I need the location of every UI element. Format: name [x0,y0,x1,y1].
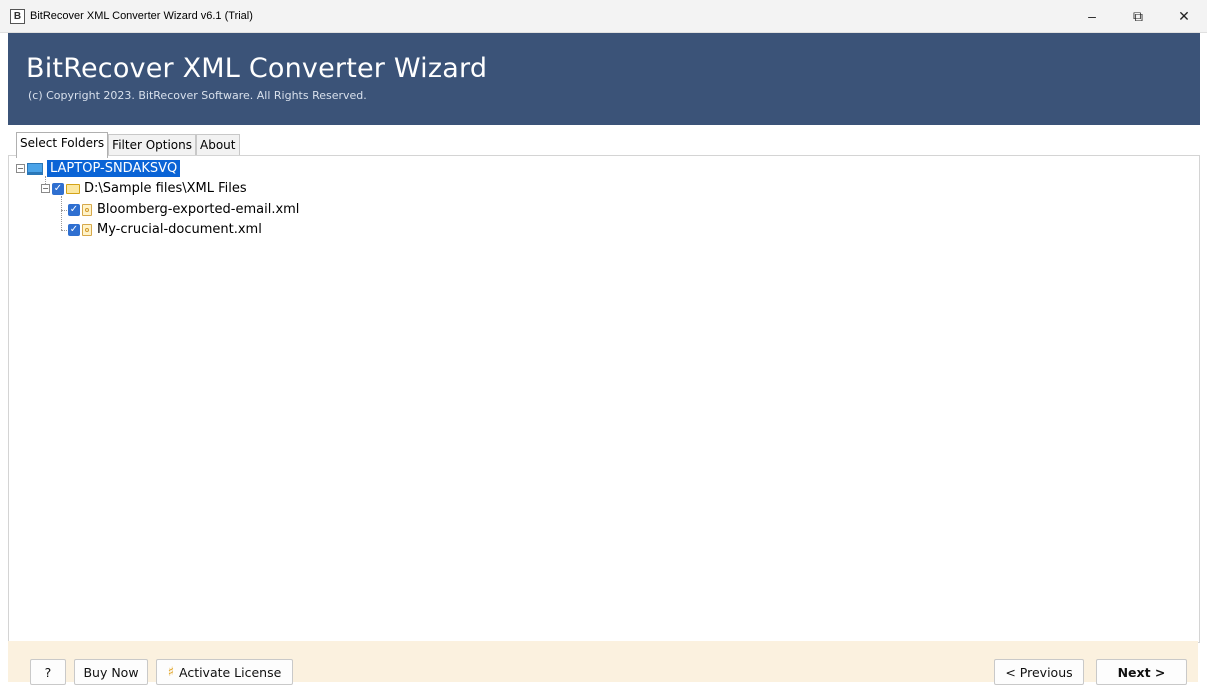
close-button[interactable]: ✕ [1161,0,1207,32]
tree-node-computer[interactable]: − LAPTOP-SNDAKSVQ [16,159,181,178]
window-title: BitRecover XML Converter Wizard v6.1 (Tr… [30,10,253,22]
window-title-bar: B BitRecover XML Converter Wizard v6.1 (… [0,0,1207,33]
collapse-icon[interactable]: − [41,184,50,193]
checkbox[interactable]: ✓ [68,223,80,236]
tree-node-file[interactable]: ✓ My-crucial-document.xml [68,220,262,239]
activate-license-label: Activate License [178,664,282,680]
buy-now-button[interactable]: Buy Now [74,659,148,685]
checkbox[interactable]: ✓ [52,182,64,195]
folder-tree-panel: − LAPTOP-SNDAKSVQ − ✓ D:\Sample files\XM… [8,155,1200,643]
restore-button[interactable]: ⧉ [1115,0,1161,32]
tab-bar: Select Folders Filter Options About [16,132,240,158]
tree-node-label[interactable]: LAPTOP-SNDAKSVQ [47,160,181,177]
tree-node-file[interactable]: ✓ Bloomberg-exported-email.xml [68,200,299,219]
footer-bar: ? Buy Now ♯ Activate License < Previous … [8,641,1198,685]
help-button[interactable]: ? [30,659,66,685]
copyright-text: (c) Copyright 2023. BitRecover Software.… [28,89,367,102]
next-button[interactable]: Next > [1096,659,1187,685]
xml-file-icon [82,223,92,236]
tree-node-folder[interactable]: − ✓ D:\Sample files\XML Files [41,179,247,198]
xml-file-icon [82,203,92,216]
collapse-icon[interactable]: − [16,164,25,173]
tree-connector [61,196,62,230]
activate-license-button[interactable]: ♯ Activate License [156,659,293,685]
header-banner: BitRecover XML Converter Wizard (c) Copy… [8,33,1200,125]
computer-icon [27,162,43,175]
tree-node-label[interactable]: D:\Sample files\XML Files [84,181,247,196]
app-icon: B [10,8,25,24]
previous-button[interactable]: < Previous [994,659,1084,685]
app-title: BitRecover XML Converter Wizard [26,53,488,84]
minimize-button[interactable]: – [1069,0,1115,32]
tab-select-folders[interactable]: Select Folders [16,132,109,158]
window-controls: – ⧉ ✕ [1069,0,1207,32]
tree-node-label[interactable]: My-crucial-document.xml [97,222,262,237]
key-icon: ♯ [167,664,174,680]
checkbox[interactable]: ✓ [68,203,80,216]
tree-node-label[interactable]: Bloomberg-exported-email.xml [97,202,299,217]
folder-icon [66,183,80,194]
